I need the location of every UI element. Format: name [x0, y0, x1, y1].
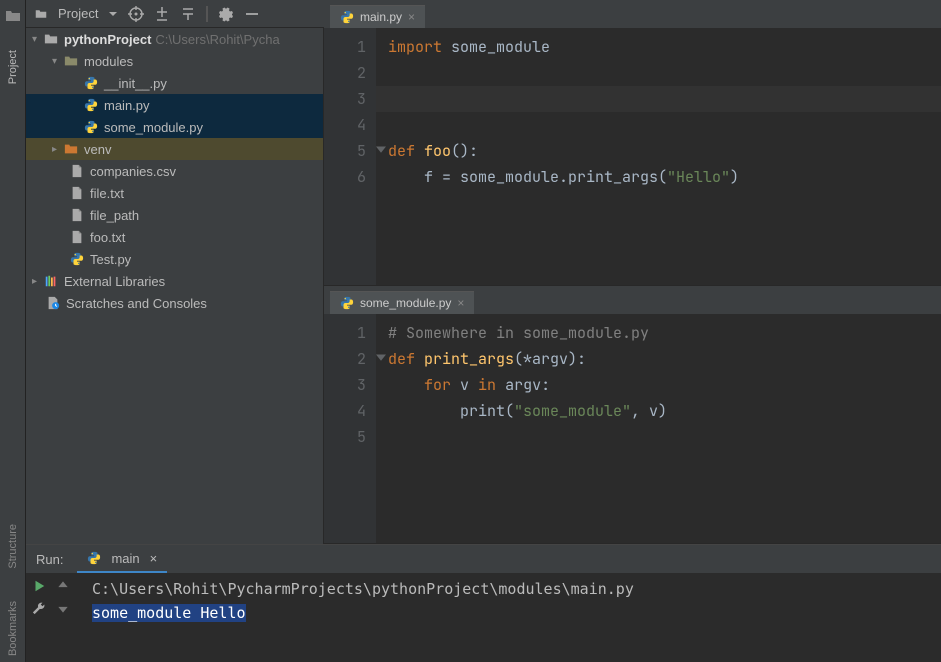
run-tab-label: main	[111, 551, 139, 566]
tree-root[interactable]: ▾ pythonProject C:\Users\Rohit\Pycha	[26, 28, 323, 50]
run-stdout: some_module Hello	[92, 604, 246, 622]
wrench-icon[interactable]	[32, 601, 46, 615]
editor-tabbar-2: some_module.py ×	[324, 286, 941, 314]
tree-external-libs[interactable]: ▸ External Libraries	[26, 270, 323, 292]
settings-icon[interactable]	[218, 6, 234, 22]
up-icon[interactable]	[56, 579, 70, 593]
tree-venv[interactable]: ▸ venv	[26, 138, 323, 160]
project-rail-tab[interactable]: Project	[5, 44, 21, 90]
tree-file-companies[interactable]: companies.csv	[26, 160, 323, 182]
toolbar-label: Project	[58, 6, 98, 21]
editor-pane-main: 123456 import some_module def foo(): f =…	[324, 28, 941, 286]
dropdown-icon[interactable]	[108, 9, 118, 19]
bookmarks-rail-tab[interactable]: Bookmarks	[5, 595, 21, 662]
tree-file-test[interactable]: Test.py	[26, 248, 323, 270]
project-tool-icon[interactable]	[5, 8, 21, 24]
left-tool-rail: Project Structure Bookmarks	[0, 0, 26, 662]
tree-scratches[interactable]: Scratches and Consoles	[26, 292, 323, 314]
python-icon	[87, 551, 101, 565]
tree-file-foo[interactable]: foo.txt	[26, 226, 323, 248]
run-tool-window: Run: main × C:\Users\Rohit\PycharmProjec…	[26, 544, 941, 662]
tab-label: some_module.py	[360, 296, 451, 310]
rerun-icon[interactable]	[32, 579, 46, 593]
close-icon[interactable]: ×	[408, 10, 415, 24]
python-icon	[340, 10, 354, 24]
code-editor-main[interactable]: 123456 import some_module def foo(): f =…	[324, 28, 941, 285]
run-tab[interactable]: main ×	[77, 545, 167, 573]
run-command: C:\Users\Rohit\PycharmProjects\pythonPro…	[92, 577, 935, 601]
project-tree[interactable]: ▾ pythonProject C:\Users\Rohit\Pycha ▾ m…	[26, 28, 324, 544]
tree-file-filepath[interactable]: file_path	[26, 204, 323, 226]
root-name: pythonProject	[64, 32, 151, 47]
folder-icon	[34, 8, 48, 20]
gutter: 12345	[324, 314, 376, 543]
root-path: C:\Users\Rohit\Pycha	[155, 32, 279, 47]
down-icon[interactable]	[56, 601, 70, 615]
code-editor-some-module[interactable]: 12345 # Somewhere in some_module.py def …	[324, 314, 941, 543]
hide-icon[interactable]	[244, 6, 260, 22]
run-controls	[26, 573, 86, 662]
tree-modules[interactable]: ▾ modules	[26, 50, 323, 72]
tree-file-init[interactable]: __init__.py	[26, 72, 323, 94]
tree-file-some-module[interactable]: some_module.py	[26, 116, 323, 138]
project-toolbar: Project	[26, 0, 324, 28]
locate-icon[interactable]	[128, 6, 144, 22]
collapse-all-icon[interactable]	[180, 6, 196, 22]
gutter: 123456	[324, 28, 376, 285]
tab-some-module[interactable]: some_module.py ×	[330, 291, 474, 314]
editor-pane-some-module: some_module.py × 12345 # Somewhere in so…	[324, 286, 941, 544]
close-icon[interactable]: ×	[457, 296, 464, 310]
structure-rail-tab[interactable]: Structure	[5, 518, 21, 575]
tab-label: main.py	[360, 10, 402, 24]
code-content[interactable]: import some_module def foo(): f = some_m…	[376, 28, 941, 285]
editor-tabbar-1: main.py ×	[324, 0, 941, 28]
tab-main[interactable]: main.py ×	[330, 5, 425, 28]
tree-file-main[interactable]: main.py	[26, 94, 323, 116]
python-icon	[340, 296, 354, 310]
code-content[interactable]: # Somewhere in some_module.py def print_…	[376, 314, 941, 543]
run-output[interactable]: C:\Users\Rohit\PycharmProjects\pythonPro…	[86, 573, 941, 662]
tree-file-filetxt[interactable]: file.txt	[26, 182, 323, 204]
run-label: Run:	[26, 552, 73, 567]
expand-all-icon[interactable]	[154, 6, 170, 22]
close-icon[interactable]: ×	[150, 551, 158, 566]
